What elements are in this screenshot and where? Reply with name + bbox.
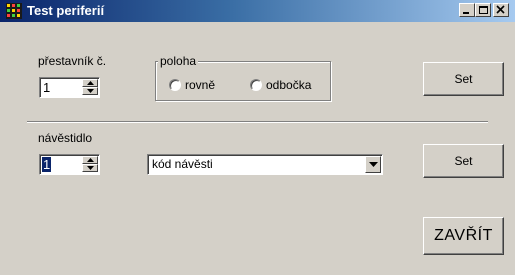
section-divider: [27, 121, 488, 123]
position-group-legend: poloha: [158, 54, 199, 68]
signal-label: návěstidlo: [38, 131, 93, 145]
signal-code-select-value: kód návěsti: [152, 157, 213, 171]
close-window-button[interactable]: [493, 3, 509, 17]
signal-set-button[interactable]: Set: [423, 144, 504, 178]
signal-number-spinner[interactable]: 1: [39, 154, 100, 175]
app-window: Test periferií přestavník č. 1 poloha ro…: [0, 0, 515, 275]
maximize-icon: [479, 6, 488, 14]
radio-circle-icon: [250, 79, 262, 91]
radio-straight-label: rovně: [185, 78, 216, 92]
close-icon: [496, 5, 505, 14]
signal-code-select[interactable]: kód návěsti: [147, 154, 383, 175]
switch-spin-up-button[interactable]: [82, 79, 98, 87]
switch-set-button[interactable]: Set: [423, 62, 504, 96]
dropdown-button[interactable]: [365, 156, 381, 173]
title-bar[interactable]: Test periferií: [0, 0, 515, 22]
signal-spin-down-button[interactable]: [82, 164, 98, 172]
radio-circle-icon: [169, 79, 181, 91]
close-button[interactable]: ZAVŘÍT: [423, 217, 504, 255]
app-icon: [6, 3, 22, 19]
signal-number-value: 1: [42, 157, 52, 172]
switch-number-spinner[interactable]: 1: [39, 77, 100, 98]
triangle-up-icon: [87, 81, 94, 85]
maximize-button[interactable]: [475, 3, 491, 17]
radio-diverging[interactable]: odbočka: [250, 78, 330, 92]
triangle-down-icon: [87, 89, 94, 93]
radio-straight[interactable]: rovně: [169, 78, 239, 92]
switch-label: přestavník č.: [38, 54, 107, 68]
switch-spin-down-button[interactable]: [82, 87, 98, 95]
triangle-down-icon: [87, 166, 94, 170]
radio-diverging-label: odbočka: [266, 78, 312, 92]
switch-set-label: Set: [454, 72, 473, 86]
minimize-icon: [463, 12, 469, 14]
close-button-label: ZAVŘÍT: [434, 227, 493, 244]
signal-spin-up-button[interactable]: [82, 156, 98, 164]
signal-set-label: Set: [454, 154, 473, 168]
triangle-up-icon: [87, 158, 94, 162]
minimize-button[interactable]: [459, 3, 475, 17]
window-title: Test periferií: [27, 3, 105, 18]
switch-number-value: 1: [43, 80, 51, 95]
chevron-down-icon: [369, 162, 378, 167]
